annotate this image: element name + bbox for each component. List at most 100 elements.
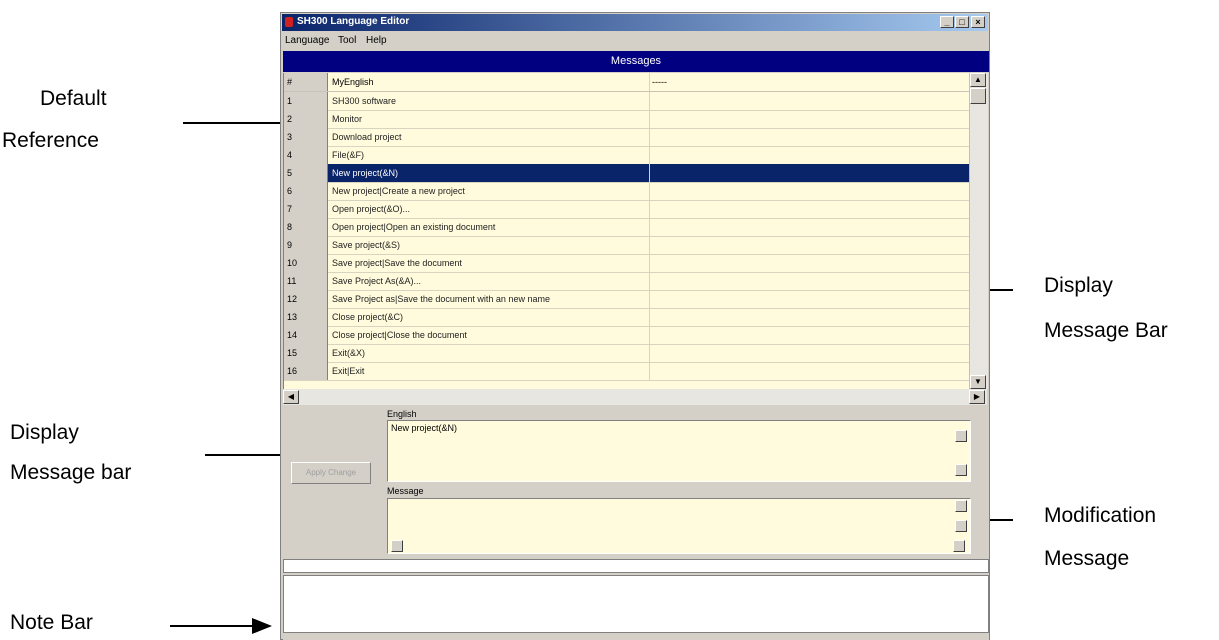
annotation-display-message-bar-left-line1: Display (10, 421, 79, 444)
table-row[interactable]: 15 Exit(&X) (284, 344, 970, 363)
grid-horizontal-scrollbar[interactable]: ◀ ▶ (283, 389, 987, 405)
grid-vertical-scrollbar[interactable]: ▲ ▼ (969, 73, 988, 389)
scroll-up-button[interactable]: ▲ (970, 73, 986, 87)
grid-header: # MyEnglish ----- (284, 73, 970, 92)
table-row[interactable]: 1 SH300 software (284, 92, 970, 111)
row-translation[interactable] (652, 344, 970, 362)
column-header-myenglish[interactable]: MyEnglish (332, 73, 650, 91)
row-number: 1 (284, 92, 328, 110)
row-number: 3 (284, 128, 328, 146)
table-row[interactable]: 7 Open project(&O)... (284, 200, 970, 219)
table-row[interactable]: 3 Download project (284, 128, 970, 147)
english-scroll-up[interactable] (955, 430, 967, 442)
table-row[interactable]: 6 New project|Create a new project (284, 182, 970, 201)
note-bar-input[interactable] (283, 559, 989, 573)
menu-language[interactable]: Language (285, 35, 330, 46)
english-field[interactable]: New project(&N) (387, 420, 971, 482)
table-row[interactable]: 11 Save Project As(&A)... (284, 272, 970, 291)
menu-tool[interactable]: Tool (338, 35, 356, 46)
annotation-display-message-bar-right-line1: Display (1044, 274, 1113, 297)
scroll-down-button[interactable]: ▼ (970, 375, 986, 389)
row-number: 16 (284, 362, 328, 380)
row-text[interactable]: Save Project As(&A)... (332, 272, 650, 290)
table-row[interactable]: 4 File(&F) (284, 146, 970, 165)
row-translation[interactable] (652, 92, 970, 110)
menu-help[interactable]: Help (366, 35, 387, 46)
row-text[interactable]: File(&F) (332, 146, 650, 164)
row-translation[interactable] (652, 290, 970, 308)
column-header-translation[interactable]: ----- (652, 73, 970, 91)
table-row[interactable]: 10 Save project|Save the document (284, 254, 970, 273)
table-row[interactable]: 8 Open project|Open an existing document (284, 218, 970, 237)
row-text[interactable]: Close project|Close the document (332, 326, 650, 344)
row-translation[interactable] (652, 164, 970, 182)
row-text[interactable]: Save project|Save the document (332, 254, 650, 272)
messages-grid[interactable]: # MyEnglish ----- 1 SH300 software 2 Monito… (283, 73, 970, 403)
row-number: 4 (284, 146, 328, 164)
row-number: 9 (284, 236, 328, 254)
row-text[interactable]: Save project(&S) (332, 236, 650, 254)
message-scroll-left[interactable] (391, 540, 403, 552)
edit-panel: Apply Change English New project(&N) Mes… (283, 406, 989, 558)
row-text[interactable]: Close project(&C) (332, 308, 650, 326)
row-text[interactable]: Open project|Open an existing document (332, 218, 650, 236)
row-translation[interactable] (652, 272, 970, 290)
table-row[interactable]: 12 Save Project as|Save the document with… (284, 290, 970, 309)
annotation-modification-message-line1: Modification (1044, 504, 1157, 527)
annotation-display-message-bar-left-line2: Message bar (10, 461, 132, 484)
row-translation[interactable] (652, 200, 970, 218)
table-row[interactable]: 5 New project(&N) (284, 164, 970, 183)
table-row[interactable]: 2 Monitor (284, 110, 970, 129)
row-text[interactable]: New project|Create a new project (332, 182, 650, 200)
row-text[interactable]: Save Project as|Save the document with a… (332, 290, 650, 308)
row-translation[interactable] (652, 128, 970, 146)
menu-bar: Language Tool Help (282, 32, 988, 50)
status-bar (283, 634, 989, 640)
row-number: 10 (284, 254, 328, 272)
row-translation[interactable] (652, 308, 970, 326)
row-text[interactable]: SH300 software (332, 92, 650, 110)
english-scroll-down[interactable] (955, 464, 967, 476)
scroll-left-button[interactable]: ◀ (283, 390, 299, 404)
table-row[interactable]: 14 Close project|Close the document (284, 326, 970, 345)
annotation-default-reference-line1: Default (40, 87, 107, 110)
row-text[interactable]: Download project (332, 128, 650, 146)
row-translation[interactable] (652, 182, 970, 200)
annotation-note-bar: Note Bar (10, 611, 93, 634)
row-translation[interactable] (652, 236, 970, 254)
row-number: 5 (284, 164, 328, 182)
row-text[interactable]: Exit|Exit (332, 362, 650, 380)
message-field[interactable] (387, 498, 971, 554)
row-translation[interactable] (652, 110, 970, 128)
scroll-thumb[interactable] (970, 88, 986, 104)
app-window: SH300 Language Editor _ □ × Language Too… (280, 12, 990, 640)
table-row[interactable]: 9 Save project(&S) (284, 236, 970, 255)
message-scroll-right[interactable] (953, 540, 965, 552)
arrow-note-bar (170, 625, 258, 627)
row-number: 6 (284, 182, 328, 200)
table-row[interactable]: 13 Close project(&C) (284, 308, 970, 327)
message-scroll-down[interactable] (955, 520, 967, 532)
close-button[interactable]: × (971, 16, 985, 28)
row-text[interactable]: New project(&N) (332, 164, 650, 182)
note-bar[interactable] (283, 575, 989, 633)
row-translation[interactable] (652, 254, 970, 272)
minimize-button[interactable]: _ (940, 16, 954, 28)
table-row[interactable]: 16 Exit|Exit (284, 362, 970, 381)
row-number: 15 (284, 344, 328, 362)
row-translation[interactable] (652, 218, 970, 236)
annotation-modification-message-line2: Message (1044, 547, 1130, 570)
maximize-button[interactable]: □ (955, 16, 969, 28)
scroll-right-button[interactable]: ▶ (969, 390, 985, 404)
row-translation[interactable] (652, 326, 970, 344)
apply-change-button[interactable]: Apply Change (291, 462, 371, 484)
message-scroll-up[interactable] (955, 500, 967, 512)
column-header-number[interactable]: # (284, 73, 328, 91)
title-bar[interactable]: SH300 Language Editor _ □ × (282, 14, 988, 31)
row-number: 2 (284, 110, 328, 128)
row-translation[interactable] (652, 146, 970, 164)
row-translation[interactable] (652, 362, 970, 380)
row-text[interactable]: Monitor (332, 110, 650, 128)
row-text[interactable]: Open project(&O)... (332, 200, 650, 218)
row-text[interactable]: Exit(&X) (332, 344, 650, 362)
